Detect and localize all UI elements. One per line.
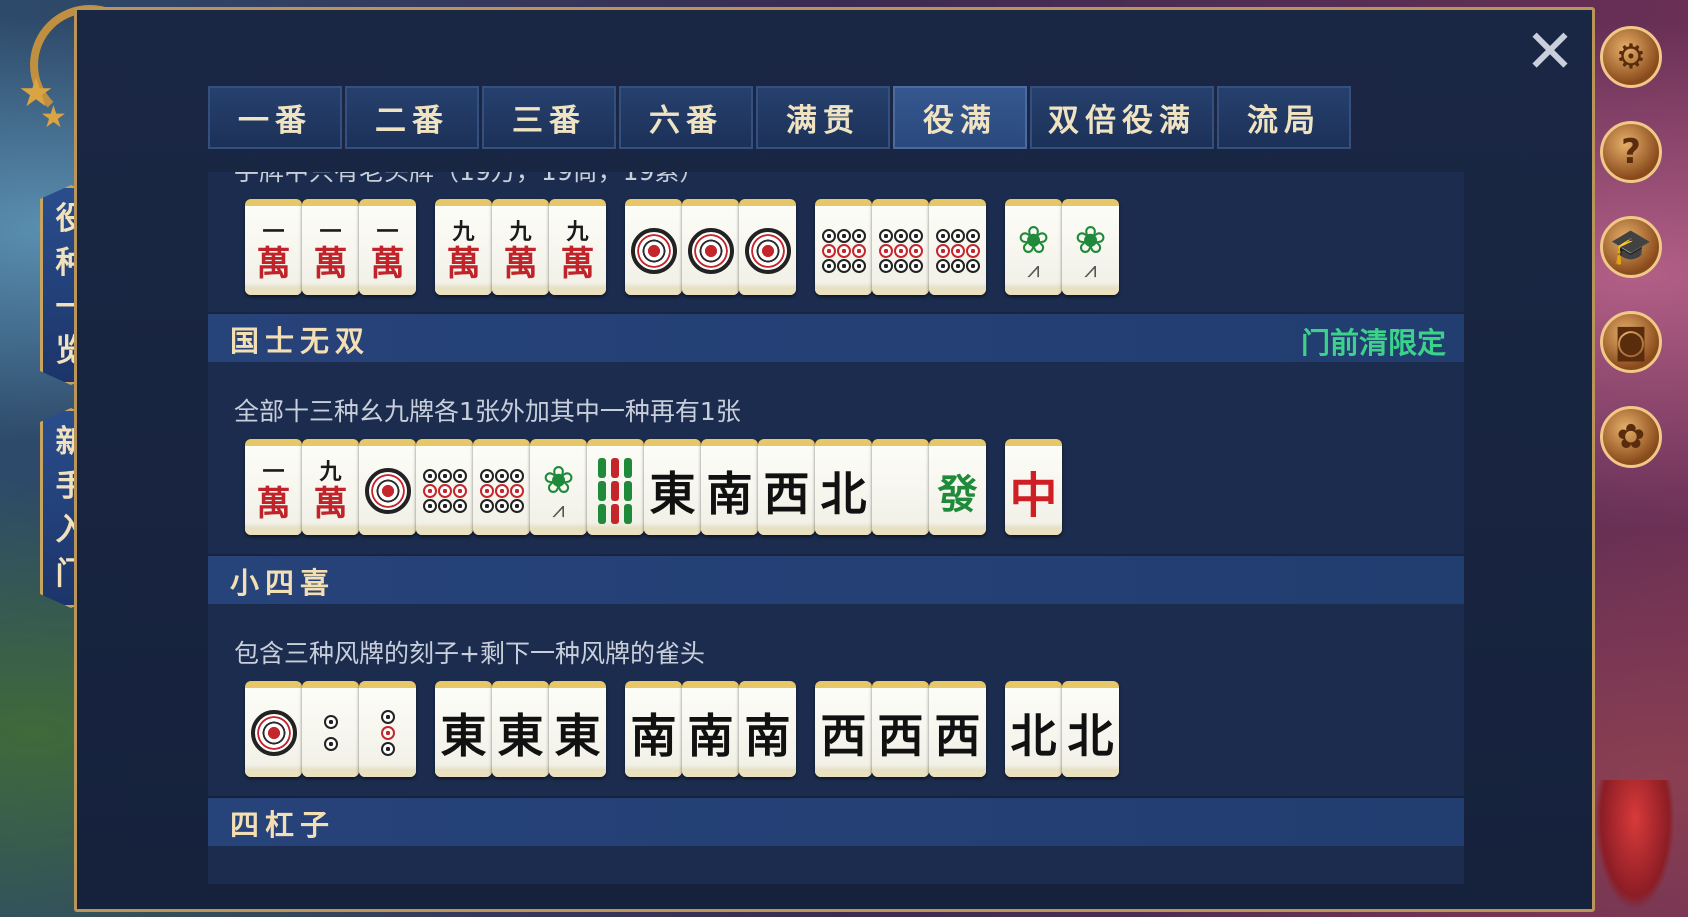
tab-4[interactable]: 满贯: [756, 86, 890, 149]
tab-3[interactable]: 六番: [619, 86, 753, 149]
yaku-description: 包含三种风牌的刻子+剩下一种风牌的雀头: [234, 639, 705, 668]
mahjong-tile: [359, 439, 416, 535]
star-icon: ★: [40, 100, 67, 135]
help-icon[interactable]: ?: [1600, 121, 1662, 183]
tab-6[interactable]: 双倍役满: [1030, 86, 1214, 149]
yaku-description: 全部十三种幺九牌各1张外加其中一种再有1张: [234, 397, 741, 426]
mahjong-tile: 南: [682, 681, 739, 777]
mahjong-tile: 南: [701, 439, 758, 535]
mahjong-tile: [929, 199, 986, 295]
yaku-title: 四杠子: [230, 808, 336, 842]
mahjong-tile: [302, 681, 359, 777]
close-icon[interactable]: ✕: [1524, 22, 1576, 82]
mahjong-tile: 東: [492, 681, 549, 777]
mahjong-tile: 東: [549, 681, 606, 777]
yaku-list[interactable]: 手牌中只有老头牌（19万，19筒，19索）一萬一萬一萬九萬九萬九萬❀⩘❀⩘国士无…: [208, 172, 1464, 884]
tab-2[interactable]: 三番: [482, 86, 616, 149]
yaku-section-header: 四杠子: [208, 798, 1464, 846]
mahjong-tile: ❀ ⩘: [1005, 199, 1062, 295]
mahjong-tile: [245, 681, 302, 777]
mahjong-tile: ❀ ⩘: [1062, 199, 1119, 295]
yaku-category-tabs: 一番 二番 三番 六番 满贯 役满 双倍役满 流局: [208, 86, 1464, 149]
mahjong-tile: 一萬: [359, 199, 416, 295]
mahjong-tile: 發: [929, 439, 986, 535]
mahjong-tile: 九萬: [492, 199, 549, 295]
mahjong-tile: 西: [929, 681, 986, 777]
camera-icon[interactable]: ◙: [1600, 311, 1662, 373]
yaku-title: 国士无双: [230, 324, 371, 358]
mahjong-tile: [739, 199, 796, 295]
tab-5[interactable]: 役满: [893, 86, 1027, 149]
mahjong-tile: 西: [758, 439, 815, 535]
mahjong-tile: 北: [815, 439, 872, 535]
mahjong-tile: 九萬: [302, 439, 359, 535]
mahjong-tile: [625, 199, 682, 295]
mahjong-tile: 一萬: [245, 439, 302, 535]
mahjong-tile: 北: [1062, 681, 1119, 777]
yaku-description: 手牌中只有老头牌（19万，19筒，19索）: [234, 172, 704, 188]
flower-badge-icon[interactable]: ✿: [1600, 406, 1662, 468]
mahjong-tile: 中: [1005, 439, 1062, 535]
yaku-section-body: [208, 846, 1464, 884]
santa-character: [1595, 780, 1675, 910]
mahjong-tile: [815, 199, 872, 295]
mahjong-tile: 一萬: [302, 199, 359, 295]
mahjong-tile: 南: [625, 681, 682, 777]
yaku-section-header: 国士无双 门前清限定: [208, 314, 1464, 362]
mahjong-tile: [872, 439, 929, 535]
mahjong-tile: 西: [872, 681, 929, 777]
mahjong-tile: 南: [739, 681, 796, 777]
mahjong-tile: 九萬: [549, 199, 606, 295]
tab-7[interactable]: 流局: [1217, 86, 1351, 149]
mahjong-tile: [682, 199, 739, 295]
tab-0[interactable]: 一番: [208, 86, 342, 149]
mahjong-tile: 九萬: [435, 199, 492, 295]
tile-row: 一萬九萬 ❀ ⩘ 東南西北發中: [245, 439, 1062, 535]
mahjong-tile: [359, 681, 416, 777]
yaku-condition-badge: 门前清限定: [1300, 326, 1446, 360]
mahjong-tile: ❀ ⩘: [530, 439, 587, 535]
gear-icon[interactable]: ⚙: [1600, 26, 1662, 88]
mahjong-tile: [587, 439, 644, 535]
tab-1[interactable]: 二番: [345, 86, 479, 149]
mahjong-tile: 一萬: [245, 199, 302, 295]
mahjong-tile: 北: [1005, 681, 1062, 777]
mahjong-tile: 西: [815, 681, 872, 777]
mahjong-tile: 東: [644, 439, 701, 535]
yaku-section-header: 小四喜: [208, 556, 1464, 604]
graduation-cap-icon[interactable]: 🎓: [1600, 216, 1662, 278]
tile-row: 一萬一萬一萬九萬九萬九萬 ❀ ⩘ ❀ ⩘: [245, 199, 1119, 295]
mahjong-tile: [872, 199, 929, 295]
yaku-title: 小四喜: [230, 566, 336, 600]
tile-row: 東東東南南南西西西北北: [245, 681, 1119, 777]
mahjong-tile: 東: [435, 681, 492, 777]
mahjong-tile: [416, 439, 473, 535]
mahjong-tile: [473, 439, 530, 535]
